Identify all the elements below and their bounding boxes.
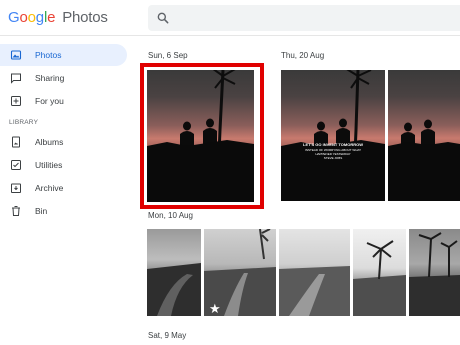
sidebar-item-bin[interactable]: Bin [0,200,135,222]
photo-thumbnail[interactable]: LET'S GO INVENT TOMORROW INSTEAD OF WORR… [281,70,385,201]
sidebar-item-utilities[interactable]: Utilities [0,154,135,176]
sunset-silhouette [388,119,460,201]
date-header: Sun, 6 Sep [148,51,188,60]
search-icon[interactable] [156,11,170,25]
sidebar: Photos Sharing For you LIBRARY Albums Ut… [0,44,135,223]
date-header: Mon, 10 Aug [148,211,193,220]
canal-scene [279,266,350,316]
sidebar-item-for-you[interactable]: For you [0,90,135,112]
sidebar-item-label: Archive [35,183,64,193]
utilities-icon [10,159,22,171]
photo-thumbnail[interactable] [409,229,460,316]
search-input[interactable] [148,5,460,31]
photo-thumbnail[interactable]: ★ [204,229,276,316]
palm-scene [353,240,406,316]
photo-thumbnail-selected[interactable] [147,70,254,202]
photo-thumbnail[interactable] [388,70,460,201]
sunset-silhouette [147,70,254,202]
photos-icon [10,49,22,61]
quote-line-4: STEVE JOBS [323,156,343,160]
bin-icon [10,205,22,217]
sidebar-item-label: Albums [35,137,64,147]
date-header: Sat, 9 May [148,331,187,340]
sidebar-item-label: Utilities [35,160,63,170]
sidebar-item-albums[interactable]: Albums [0,131,135,153]
sidebar-item-label: For you [35,96,64,106]
logo-google: Google [8,9,56,26]
sidebar-item-photos[interactable]: Photos [0,44,127,66]
quote-line-1: LET'S GO INVENT TOMORROW [303,142,363,147]
albums-icon [10,136,22,148]
sidebar-item-label: Sharing [35,73,65,83]
sidebar-item-sharing[interactable]: Sharing [0,67,135,89]
library-section-label: LIBRARY [9,118,39,126]
date-header: Thu, 20 Aug [281,51,325,60]
top-bar: Google Photos [0,0,460,36]
sunset-silhouette [281,70,385,201]
sidebar-item-label: Photos [35,50,62,60]
archive-icon [10,182,22,194]
sidebar-item-archive[interactable]: Archive [0,177,135,199]
favorite-star-icon[interactable]: ★ [209,301,221,316]
google-photos-logo[interactable]: Google Photos [8,9,108,26]
sharing-icon [10,72,22,84]
for-you-icon [10,95,22,107]
photo-thumbnail[interactable] [279,229,350,316]
photo-thumbnail[interactable] [353,229,406,316]
palm-scene [409,232,460,316]
sidebar-item-label: Bin [35,206,48,216]
canal-scene [147,263,201,316]
logo-photos-text: Photos [62,9,108,26]
photo-thumbnail[interactable] [147,229,201,316]
